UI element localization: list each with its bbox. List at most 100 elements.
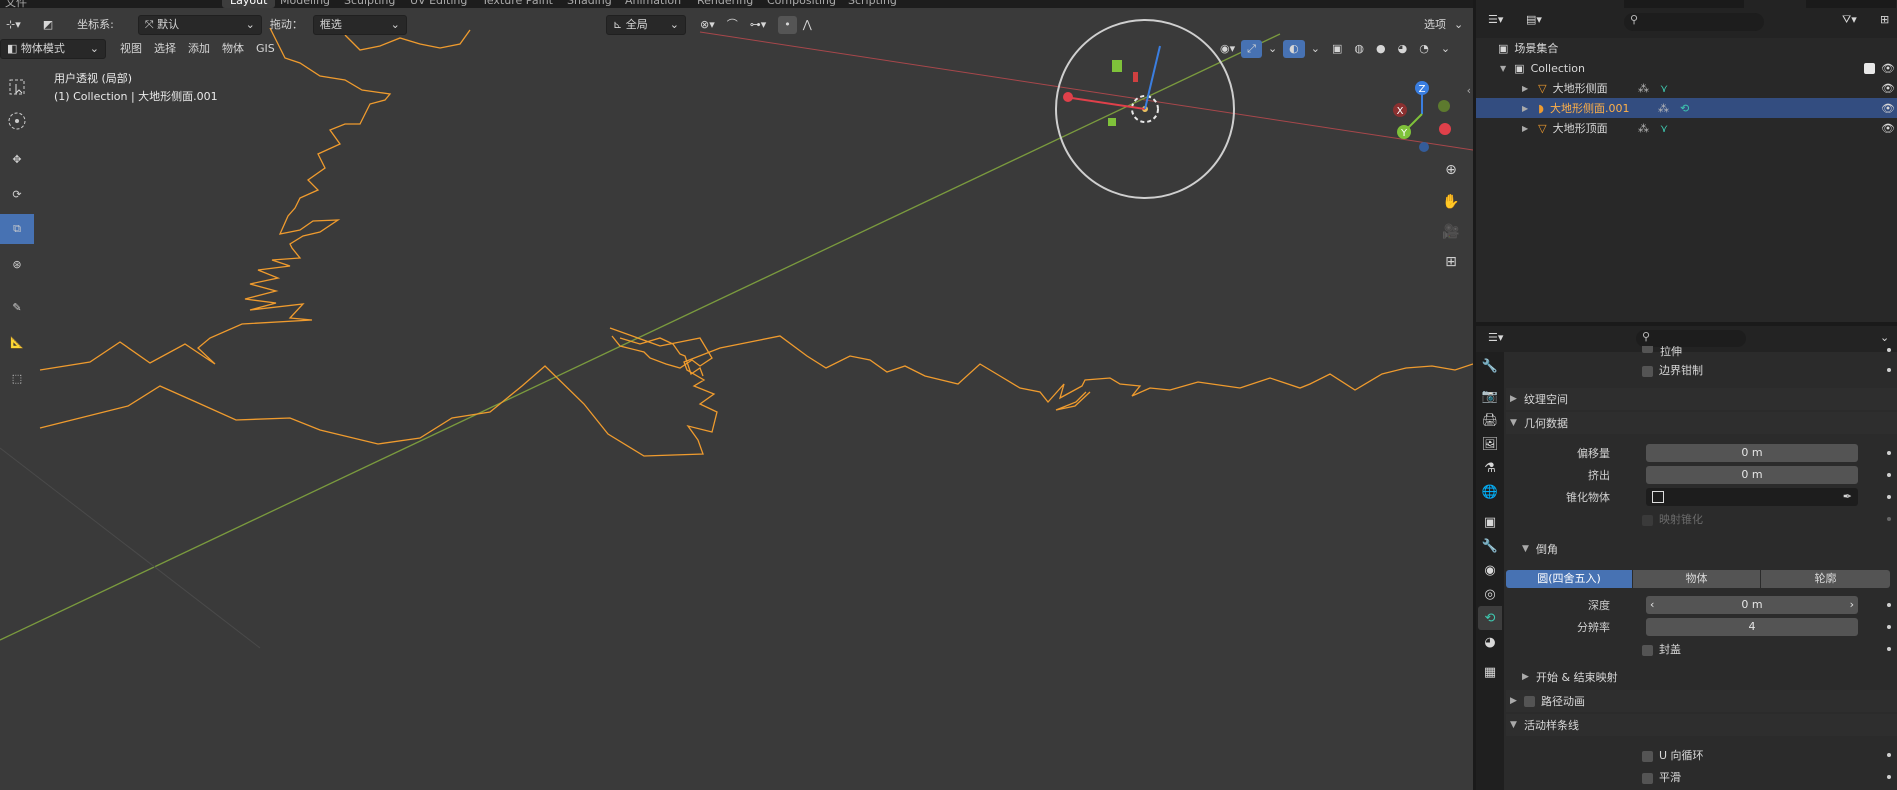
transform-orientation-icon[interactable]: ⊹▾ — [0, 16, 27, 34]
tab-animation[interactable]: Animation — [625, 0, 681, 8]
visibility-eye-icon[interactable]: 👁 — [1881, 122, 1895, 135]
keyframe-dot[interactable] — [1887, 473, 1891, 477]
visibility-icon[interactable]: ◉▾ — [1214, 40, 1241, 58]
snap-toggle-icon[interactable]: ◩ — [37, 16, 59, 34]
extrude-field[interactable]: 0 m — [1646, 466, 1858, 484]
output-icon[interactable]: 🖨 — [1478, 408, 1502, 432]
texture-icon[interactable]: ▦ — [1478, 660, 1502, 684]
tab-shading[interactable]: Shading — [567, 0, 612, 8]
path-animation-checkbox[interactable] — [1524, 695, 1535, 707]
physics-icon[interactable]: ◎ — [1478, 582, 1502, 606]
visibility-eye-icon[interactable]: 👁 — [1881, 62, 1895, 75]
pan-hand-icon[interactable]: ✋ — [1439, 190, 1463, 214]
scale-tool[interactable]: ⧉ — [0, 214, 34, 244]
cursor-tool[interactable] — [0, 106, 34, 136]
file-menu[interactable]: 文件 — [5, 0, 27, 8]
outliner-row-object[interactable]: ▶ ▽ 大地形顶面 ⁂ ⋎ 👁 — [1476, 118, 1897, 138]
overlay-toggle-icon[interactable]: ◐ — [1283, 40, 1305, 58]
tab-sculpting[interactable]: Sculpting — [344, 0, 395, 8]
material-icon[interactable]: ◕ — [1478, 630, 1502, 654]
navigation-gizmo[interactable]: Z X Y — [1380, 74, 1460, 154]
path-animation-section[interactable]: ▶ 路径动画 — [1506, 690, 1897, 712]
bevel-mode-round[interactable]: 圆(四舍五入) — [1506, 570, 1632, 588]
visibility-eye-icon[interactable]: 👁 — [1881, 102, 1895, 115]
checkbox[interactable] — [1642, 346, 1653, 353]
chevron-down-icon[interactable]: ⌄ — [1305, 40, 1326, 58]
keyframe-dot[interactable] — [1887, 775, 1891, 779]
visibility-eye-icon[interactable]: 👁 — [1881, 82, 1895, 95]
texture-space-section[interactable]: ▶ 纹理空间 — [1506, 388, 1897, 410]
keyframe-dot[interactable] — [1887, 495, 1891, 499]
bevel-section[interactable]: ▼ 倒角 — [1506, 538, 1897, 560]
curve-data-icon[interactable]: ⟲ — [1478, 606, 1502, 630]
render-icon[interactable]: 📷 — [1478, 384, 1502, 408]
object-icon[interactable]: ▣ — [1478, 510, 1502, 534]
map-taper-checkbox[interactable]: 映射锥化 — [1642, 511, 1703, 527]
options-button[interactable]: 选项 — [1418, 16, 1452, 34]
keyframe-dot[interactable] — [1887, 603, 1891, 607]
menu-view[interactable]: 视图 — [114, 40, 148, 58]
particles-icon[interactable]: ◉ — [1478, 558, 1502, 582]
menu-select[interactable]: 选择 — [148, 40, 182, 58]
material-shading-icon[interactable]: ◕ — [1392, 40, 1414, 58]
outliner-row-object-selected[interactable]: ▶ ◗ 大地形侧面.001 ⁂ ⟲ 👁 — [1476, 98, 1897, 118]
xray-icon[interactable]: ▣ — [1326, 40, 1348, 58]
bevel-mode-profile[interactable]: 轮廓 — [1761, 570, 1890, 588]
drag-dropdown[interactable]: 框选 ⌄ — [312, 15, 407, 35]
zoom-icon[interactable]: ⊕ — [1439, 158, 1463, 182]
measure-tool[interactable]: 📐 — [0, 327, 34, 357]
perspective-grid-icon[interactable]: ⊞ — [1439, 250, 1463, 274]
keyframe-dot[interactable] — [1887, 753, 1891, 757]
rendered-shading-icon[interactable]: ◔ — [1413, 40, 1435, 58]
wireframe-shading-icon[interactable]: ◍ — [1348, 40, 1370, 58]
chevron-down-icon[interactable]: ⌄ — [1880, 331, 1889, 344]
outliner-row-scene-collection[interactable]: ▣ 场景集合 — [1476, 38, 1897, 58]
tab-modeling[interactable]: Modeling — [280, 0, 330, 8]
tab-rendering[interactable]: Rendering — [697, 0, 753, 8]
transform-tool[interactable]: ⊛ — [0, 249, 34, 279]
new-collection-icon[interactable]: ⊞ — [1880, 13, 1889, 26]
decrement-arrow-icon[interactable]: ‹ — [1650, 596, 1654, 614]
geometry-section[interactable]: ▼ 几何数据 — [1506, 412, 1897, 434]
keyframe-dot[interactable] — [1887, 517, 1891, 521]
resolution-field[interactable]: 4 — [1646, 618, 1858, 636]
scene-field[interactable] — [1624, 0, 1744, 8]
solid-shading-icon[interactable]: ● — [1370, 40, 1392, 58]
bevel-mode-object[interactable]: 物体 — [1633, 570, 1760, 588]
world-icon[interactable]: 🌐 — [1478, 480, 1502, 504]
editor-type-icon[interactable]: ☰▾ — [1488, 13, 1503, 26]
smooth-checkbox[interactable]: 平滑 — [1642, 769, 1681, 785]
outliner-search-input[interactable]: ⚲ — [1624, 13, 1764, 31]
tab-texture-paint[interactable]: Texture Paint — [482, 0, 553, 8]
outliner-row-collection[interactable]: ▼ ▣ Collection 👁 — [1476, 58, 1897, 78]
taper-object-field[interactable]: ✒ — [1646, 488, 1858, 506]
active-spline-section[interactable]: ▼ 活动样条线 — [1506, 714, 1897, 736]
rotate-tool[interactable]: ⟳ — [0, 179, 34, 209]
chevron-down-icon[interactable]: ⌄ — [1435, 40, 1456, 58]
tool-icon[interactable]: 🔧 — [1478, 354, 1502, 378]
select-box-tool[interactable] — [0, 72, 34, 102]
expand-icon[interactable]: ▶ — [1522, 84, 1528, 93]
tab-uv-editing[interactable]: UV Editing — [410, 0, 467, 8]
snap-icon[interactable]: ⌒ — [721, 16, 744, 34]
start-end-mapping-section[interactable]: ▶ 开始 & 结束映射 — [1506, 666, 1897, 688]
keyframe-dot[interactable] — [1887, 625, 1891, 629]
camera-icon[interactable]: 🎥 — [1439, 220, 1463, 244]
scene-icon[interactable]: ⚗ — [1478, 456, 1502, 480]
keyframe-dot[interactable] — [1887, 368, 1891, 372]
pivot-dropdown[interactable]: ⊾ 全局 ⌄ — [606, 15, 686, 35]
boundary-clamp-checkbox[interactable]: 边界钳制 — [1642, 362, 1703, 378]
3d-viewport[interactable]: ⊹▾ ◩ 坐标系: ⤧ 默认 ⌄ 拖动： 框选 ⌄ ⊾ 全局 ⌄ ⊗▾ ⌒ ⊶▾ • … — [0, 8, 1473, 790]
menu-add[interactable]: 添加 — [182, 40, 216, 58]
properties-search-input[interactable]: ⚲ — [1636, 330, 1746, 347]
display-mode-icon[interactable]: ▤▾ — [1526, 13, 1542, 26]
filter-icon[interactable]: ⛛▾ — [1842, 13, 1857, 27]
expand-icon[interactable]: ▼ — [1500, 64, 1506, 73]
editor-type-icon[interactable]: ☰▾ — [1488, 331, 1503, 344]
cyclic-u-checkbox[interactable]: U 向循环 — [1642, 747, 1704, 763]
keyframe-dot[interactable] — [1887, 451, 1891, 455]
sidebar-toggle-icon[interactable]: ‹ — [1467, 84, 1471, 97]
keyframe-dot[interactable] — [1887, 348, 1891, 352]
move-tool[interactable]: ✥ — [0, 144, 34, 174]
keyframe-dot[interactable] — [1887, 647, 1891, 651]
